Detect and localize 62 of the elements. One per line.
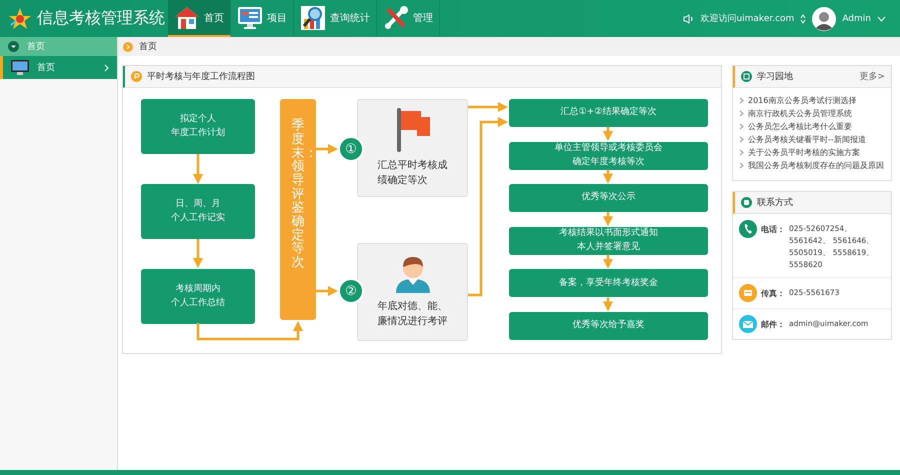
up-down-icon[interactable] [800, 14, 806, 24]
flow-arrow [468, 102, 508, 112]
article-link[interactable]: 南京行政机关公务员管理系统 [748, 108, 852, 119]
monitor-icon [11, 60, 29, 76]
flow-arrow [603, 127, 613, 141]
house-icon [174, 6, 200, 30]
result-step: 汇总①+②结果确定等次 [509, 99, 708, 127]
wrench-screwdriver-icon [383, 4, 409, 30]
circle-down-icon [8, 41, 19, 52]
sidebar-section: 首页 [27, 40, 45, 53]
flow-arrow [603, 170, 613, 184]
flow-arrow [603, 212, 613, 226]
envelope-icon [739, 315, 757, 333]
flow-arrow [603, 254, 613, 269]
article-link[interactable]: 2016南京公务员考试行测选择 [748, 95, 856, 106]
flow-arrow [603, 297, 613, 312]
branch-text: 汇总平时考核成 绩确定等次 [378, 158, 448, 188]
flow-arrow [193, 239, 203, 268]
box-title: 学习园地 [757, 70, 793, 83]
more-link[interactable]: 更多> [859, 70, 885, 83]
flow-step: 考核周期内 个人工作总结 [141, 269, 255, 324]
welcome-text: 欢迎访问uimaker.com [700, 12, 794, 25]
nav-tab[interactable]: 首页 [168, 0, 231, 37]
article-link[interactable]: 我国公务员考核制度存在的问题及原因 [748, 160, 884, 171]
flow-arrow [193, 154, 203, 184]
chart-magnifier-icon [300, 4, 326, 30]
arrow-circle-icon [123, 42, 133, 52]
step-number-badge: ① [338, 136, 364, 162]
sidebar-item[interactable]: 首页 [0, 56, 117, 79]
contact-label: 邮件： [761, 319, 785, 330]
speaker-icon [683, 14, 694, 24]
chevron-down-icon[interactable] [877, 16, 886, 22]
phone-icon [739, 220, 757, 238]
step-number-badge: ② [338, 278, 364, 304]
avatar[interactable] [812, 6, 836, 30]
chevron-icon [104, 64, 109, 72]
p-circle-icon [131, 71, 142, 82]
stage-bar: 季度末：领导评鉴确定等次 [280, 99, 316, 320]
result-step: 单位主管领导或考核委员会 确定年度考核等次 [509, 142, 708, 170]
article-link[interactable]: 关于公务员平时考核的实施方案 [748, 147, 860, 158]
monitor-icon [237, 6, 263, 30]
flow-arrow [316, 144, 338, 154]
article-link[interactable]: 公务员考核关键看平时--新闻报道 [748, 134, 866, 145]
contact-label: 传真： [761, 288, 785, 299]
breadcrumb-text[interactable]: 首页 [139, 40, 157, 53]
branch-text: 年底对德、能、 廉情况进行考评 [378, 300, 448, 329]
printer-icon [739, 284, 757, 302]
star-logo-icon [8, 6, 32, 30]
flag-icon [394, 108, 430, 152]
app-title: 信息考核管理系统 [37, 8, 165, 29]
flow-arrow [316, 286, 338, 296]
flow-step: 日、周、月 个人工作记实 [141, 184, 255, 239]
result-step: 优秀等次给予嘉奖 [509, 312, 708, 340]
result-step: 备案，享受年终考核奖金 [509, 269, 708, 298]
result-step: 优秀等次公示 [509, 184, 708, 212]
result-step: 考核结果以书面形式通知 本人并签署意见 [509, 226, 708, 255]
panel-title: 平时考核与年度工作流程图 [147, 70, 255, 83]
box-title: 联系方式 [757, 196, 793, 209]
user-name[interactable]: Admin [842, 14, 871, 24]
flow-step: 拟定个人 年度工作计划 [141, 99, 255, 154]
contact-label: 电话： [761, 224, 785, 235]
article-link[interactable]: 公务员怎么考核比考什么重要 [748, 121, 852, 132]
